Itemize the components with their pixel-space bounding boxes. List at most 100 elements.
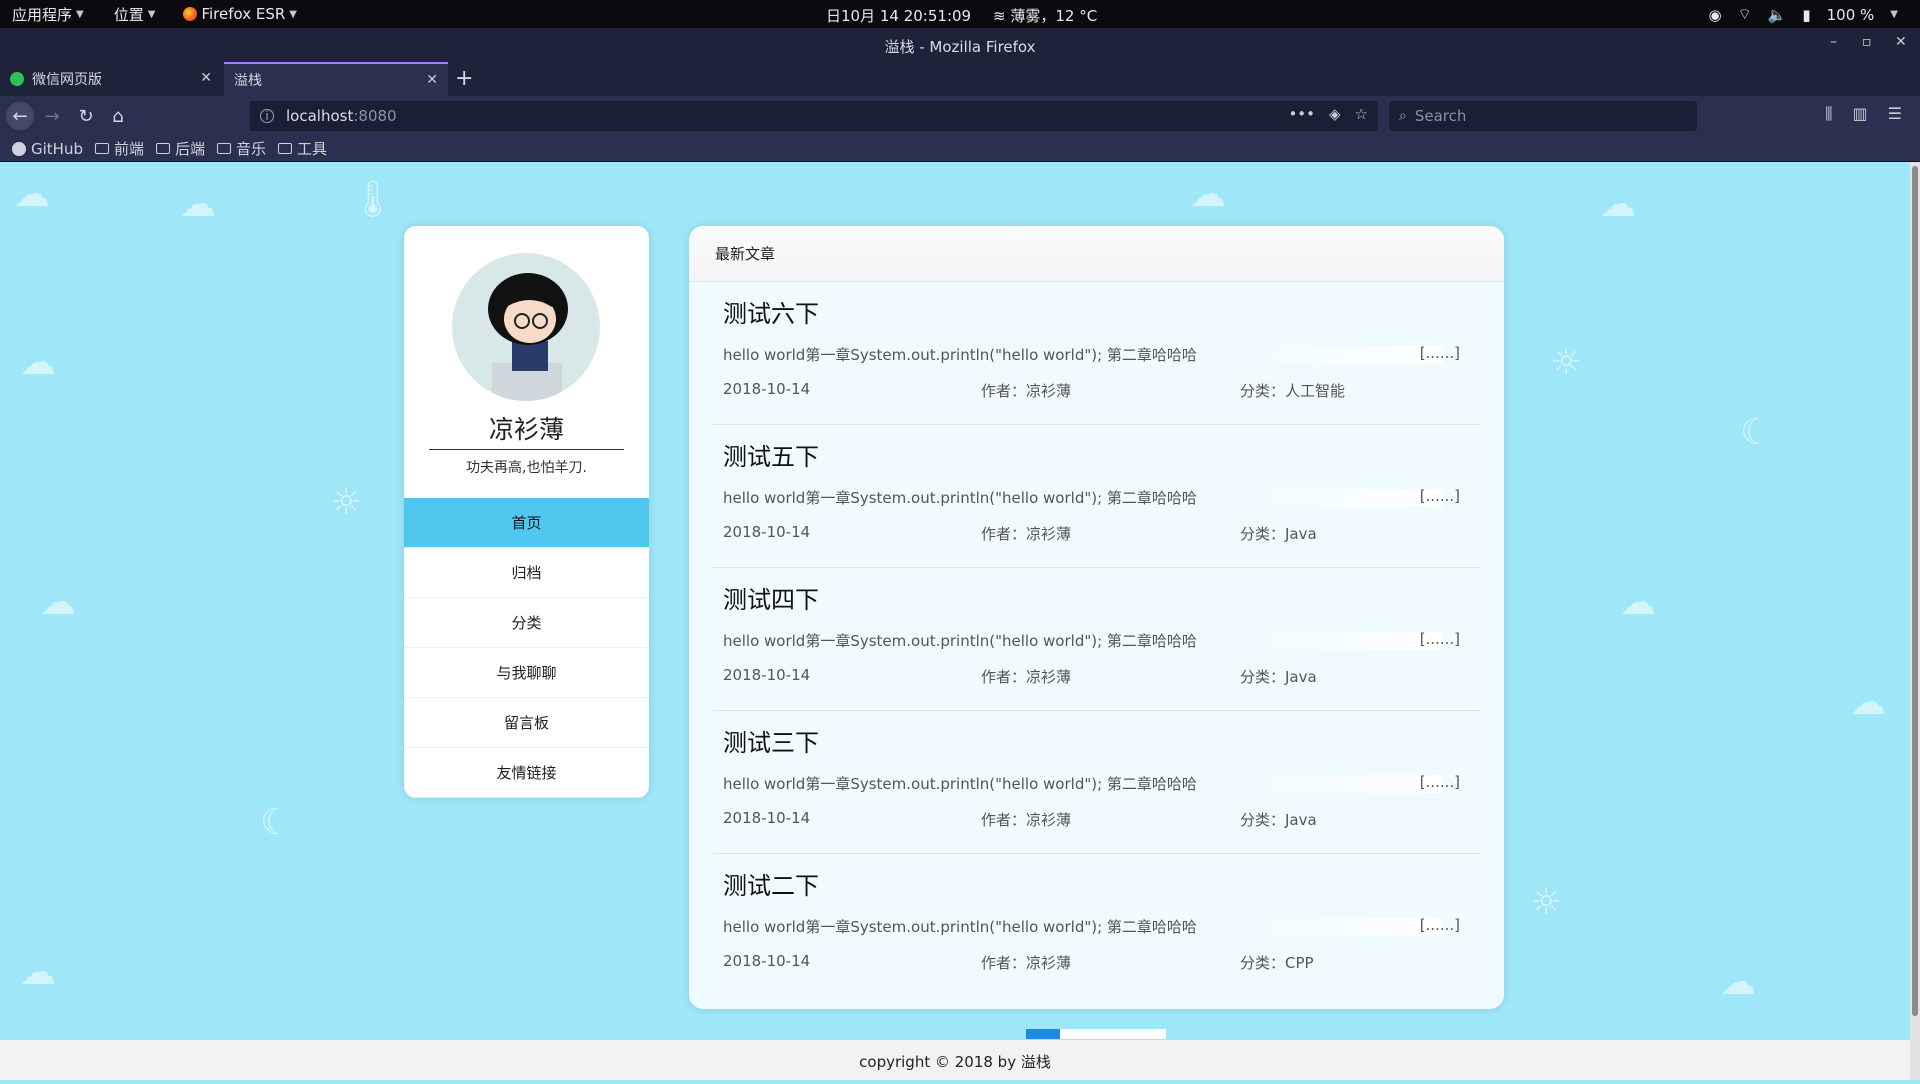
article-category[interactable]: 分类：Java — [1240, 809, 1317, 830]
article-category[interactable]: 分类：Java — [1240, 666, 1317, 687]
battery-icon[interactable]: ▮ — [1802, 6, 1810, 24]
bookmark-star-icon[interactable]: ☆ — [1355, 105, 1368, 123]
article-title[interactable]: 测试六下 — [723, 294, 819, 329]
page-button[interactable] — [1060, 1029, 1094, 1039]
page-actions-icon[interactable]: ••• — [1288, 105, 1315, 123]
folder-icon — [156, 143, 170, 154]
volume-muted-icon[interactable]: 🔈 — [1768, 6, 1787, 24]
article-category[interactable]: 分类：人工智能 — [1240, 380, 1345, 401]
new-tab-icon[interactable]: + — [455, 66, 473, 91]
read-more-link[interactable]: [......] — [1420, 630, 1460, 648]
menu-item-links[interactable]: 友情链接 — [404, 748, 649, 798]
page-button[interactable] — [1094, 1029, 1166, 1039]
places-menu-label: 位置 — [113, 5, 144, 24]
battery-level: 100 % — [1826, 5, 1875, 24]
article-item: 测试五下 hello world第一章System.out.println("h… — [713, 425, 1480, 568]
article-title[interactable]: 测试二下 — [723, 866, 819, 901]
bookmark-github[interactable]: GitHub — [12, 140, 83, 158]
browser-app-menu[interactable]: Firefox ESR ▼ — [183, 5, 297, 23]
menu-item-chat[interactable]: 与我聊聊 — [404, 648, 649, 698]
hamburger-menu-icon[interactable]: ☰ — [1888, 104, 1902, 124]
pagination — [1026, 1029, 1166, 1039]
read-more-link[interactable]: [......] — [1420, 916, 1460, 934]
search-bar[interactable]: ⌕ Search — [1389, 101, 1697, 131]
article-category[interactable]: 分类：Java — [1240, 523, 1317, 544]
menu-item-home[interactable]: 首页 — [404, 498, 649, 548]
cloud-icon: ☁ — [1600, 184, 1636, 225]
close-tab-icon[interactable]: ✕ — [426, 72, 438, 88]
article-item: 测试二下 hello world第一章System.out.println("h… — [713, 854, 1480, 997]
article-title[interactable]: 测试三下 — [723, 723, 819, 758]
apps-menu-label: 应用程序 — [12, 5, 73, 24]
info-icon[interactable]: i — [260, 109, 274, 123]
read-more-link[interactable]: [......] — [1420, 773, 1460, 791]
scrollbar-thumb[interactable] — [1912, 166, 1918, 1016]
article-author: 作者：凉衫薄 — [981, 382, 1072, 400]
article-summary: hello world第一章System.out.println("hello … — [723, 775, 1197, 793]
browser-app-label: Firefox ESR — [201, 5, 286, 23]
bookmark-folder-frontend[interactable]: 前端 — [94, 138, 144, 159]
menu-item-guestbook[interactable]: 留言板 — [404, 698, 649, 748]
places-menu[interactable]: 位置 ▼ — [114, 4, 156, 25]
back-icon[interactable]: ← — [6, 102, 34, 130]
latest-articles-card: 最新文章 测试六下 hello world第一章System.out.print… — [689, 226, 1504, 1009]
article-title[interactable]: 测试五下 — [723, 437, 819, 472]
page-scrollbar[interactable] — [1910, 162, 1920, 1080]
maximize-icon[interactable]: ▫ — [1862, 34, 1872, 50]
library-icon[interactable]: ⫼ — [1825, 104, 1832, 124]
bookmark-label: GitHub — [31, 139, 83, 158]
fog-icon: ≋ — [993, 7, 1006, 25]
summary-fade — [1243, 632, 1443, 650]
article-item: 测试三下 hello world第一章System.out.println("h… — [713, 711, 1480, 854]
close-tab-icon[interactable]: ✕ — [200, 70, 212, 86]
article-title[interactable]: 测试四下 — [723, 580, 819, 615]
bookmark-label: 前端 — [113, 140, 144, 158]
tab-wechat[interactable]: 微信网页版 ✕ — [0, 62, 222, 96]
menu-item-archive[interactable]: 归档 — [404, 548, 649, 598]
bookmark-folder-music[interactable]: 音乐 — [217, 138, 266, 159]
sun-icon: ☼ — [1550, 342, 1583, 383]
tab-yizhan[interactable]: 溢栈 ✕ — [224, 62, 448, 96]
home-icon[interactable]: ⌂ — [104, 102, 132, 130]
menu-item-categories[interactable]: 分类 — [404, 598, 649, 648]
wifi-icon[interactable]: ⌔ — [1738, 5, 1752, 24]
clock[interactable]: 日10月 14 20:51:09 — [826, 5, 971, 26]
forward-icon[interactable]: → — [38, 102, 66, 130]
folder-icon — [94, 143, 109, 154]
read-more-link[interactable]: [......] — [1420, 344, 1460, 362]
chevron-down-icon[interactable]: ▼ — [1890, 9, 1898, 20]
cloud-icon: ☁ — [1720, 962, 1756, 1003]
camera-icon[interactable]: ◉ — [1708, 6, 1721, 24]
bookmark-label: 工具 — [297, 140, 328, 158]
close-window-icon[interactable]: ✕ — [1895, 34, 1907, 50]
bookmark-folder-tools[interactable]: 工具 — [278, 138, 327, 159]
bookmark-folder-backend[interactable]: 后端 — [156, 138, 205, 159]
article-category[interactable]: 分类：CPP — [1240, 952, 1314, 973]
firefox-icon — [183, 7, 198, 21]
profile-menu: 首页 归档 分类 与我聊聊 留言板 友情链接 — [404, 498, 649, 798]
profile-name: 凉衫薄 — [488, 415, 564, 444]
article-date: 2018-10-14 — [723, 380, 811, 398]
reload-icon[interactable]: ↻ — [72, 102, 100, 130]
read-more-link[interactable]: [......] — [1420, 487, 1460, 505]
pocket-icon[interactable]: ◈ — [1329, 105, 1341, 123]
system-top-bar: 应用程序 ▼ 位置 ▼ Firefox ESR ▼ 日10月 14 20:51:09 … — [0, 0, 1920, 28]
weather-text: 薄雾，12 °C — [1010, 7, 1098, 25]
url-bar[interactable]: i localhost:8080 ••• ◈ ☆ — [250, 101, 1378, 131]
toolbar-right: ⫼ ▥ ☰ — [1825, 104, 1902, 124]
weather[interactable]: ≋ 薄雾，12 °C — [993, 5, 1097, 26]
page-button-current[interactable] — [1026, 1029, 1060, 1039]
navigation-bar: ← → ↻ ⌂ i localhost:8080 ••• ◈ ☆ ⌕ Searc… — [0, 96, 1920, 136]
system-tray: ◉ ⌔ 🔈 ▮ 100 % ▼ — [1708, 5, 1898, 24]
wechat-icon — [10, 72, 24, 86]
article-item: 测试四下 hello world第一章System.out.println("h… — [713, 568, 1480, 711]
apps-menu[interactable]: 应用程序 ▼ — [12, 4, 84, 25]
window-title: 溢栈 - Mozilla Firefox — [884, 38, 1036, 56]
search-icon: ⌕ — [1399, 108, 1407, 124]
minimize-icon[interactable]: – — [1830, 34, 1837, 50]
page-footer: copyright © 2018 by 溢栈 — [0, 1040, 1910, 1080]
search-placeholder: Search — [1414, 107, 1467, 125]
sidebar-icon[interactable]: ▥ — [1853, 104, 1868, 124]
summary-fade — [1243, 775, 1443, 793]
url-host: localhost — [286, 107, 354, 125]
